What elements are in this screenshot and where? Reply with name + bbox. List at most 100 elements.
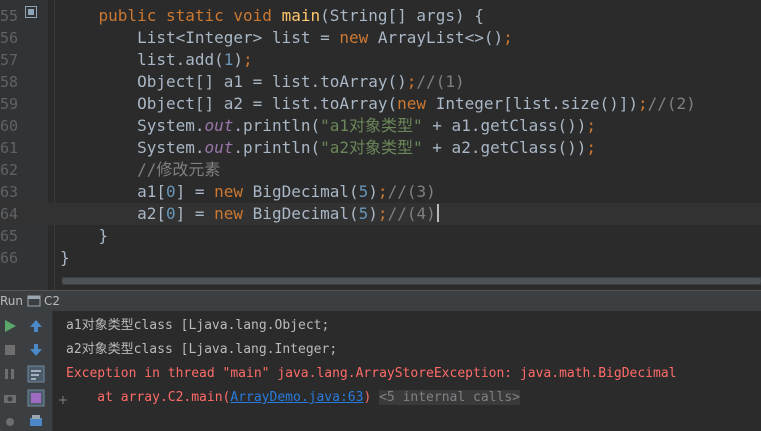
code-token: public static void (98, 6, 282, 25)
line-number: 55 (0, 7, 19, 25)
code-token: //(1) (416, 72, 465, 91)
code-text: Object[] a2 = list.toArray(new Integer[l… (60, 93, 696, 115)
code-token: new (214, 182, 253, 201)
code-token: //修改元素 (60, 160, 221, 179)
settings-icon[interactable] (1, 413, 19, 431)
code-token: list.add( (60, 50, 224, 69)
stop-icon[interactable] (1, 341, 19, 359)
code-token: ; (377, 204, 388, 223)
code-token: "a2对象类型" (320, 138, 423, 157)
code-token: out (204, 116, 234, 135)
line-number: 64 (0, 205, 19, 223)
code-token: (String[] args) { (320, 6, 484, 25)
code-token: ; (243, 50, 253, 69)
print-icon[interactable] (27, 413, 45, 431)
code-token: a2[ (60, 204, 166, 223)
line-number: 62 (0, 161, 19, 179)
code-token: a1[ (60, 182, 166, 201)
code-token: + a2.getClass()) (422, 138, 587, 157)
code-token: ] = (175, 182, 215, 201)
code-token: //(3) (387, 182, 436, 201)
code-token: new (339, 28, 378, 47)
line-number: 65 (0, 227, 19, 245)
line-number: 57 (0, 51, 19, 69)
code-text: System.out.println("a2对象类型" + a2.getClas… (60, 137, 596, 159)
line-number: 58 (0, 73, 19, 91)
code-token: ArrayList<>() (377, 28, 504, 47)
code-token: new (397, 94, 436, 113)
code-token: List<Integer> list = (60, 28, 340, 47)
run-panel-title[interactable]: Run (0, 292, 23, 310)
code-token: .println( (233, 116, 321, 135)
code-text: List<Integer> list = new ArrayList<>(); (60, 27, 513, 49)
code-text: } (60, 247, 70, 269)
run-toolbar (0, 311, 20, 431)
code-token: ) (368, 182, 378, 201)
code-token: ) (233, 50, 244, 69)
trace-prefix: at array.C2.main( (66, 390, 231, 405)
code-token: Integer[list.size()]) (435, 94, 638, 113)
code-line[interactable]: 60 System.out.println("a1对象类型" + a1.getC… (0, 115, 761, 137)
code-token: //(2) (647, 94, 696, 113)
code-line[interactable]: 63 a1[0] = new BigDecimal(5);//(3) (0, 181, 761, 203)
console-toolbar (20, 311, 53, 431)
trace-suffix: ) (363, 390, 372, 405)
soft-wrap-icon[interactable] (27, 365, 45, 383)
horizontal-scrollbar[interactable] (62, 277, 761, 285)
code-token: 1 (223, 50, 234, 69)
code-token: 0 (165, 182, 176, 201)
code-token: ; (586, 116, 597, 135)
code-line[interactable]: 64 a2[0] = new BigDecimal(5);//(4) (0, 203, 761, 225)
code-token: 5 (358, 204, 369, 223)
code-line[interactable]: 66} (0, 247, 761, 269)
code-line[interactable]: 59 Object[] a2 = list.toArray(new Intege… (0, 93, 761, 115)
code-line[interactable]: 55 public static void main(String[] args… (0, 5, 761, 27)
arrow-down-icon[interactable] (27, 341, 45, 359)
code-line[interactable]: 57 list.add(1); (0, 49, 761, 71)
code-text: Object[] a1 = list.toArray();//(1) (60, 71, 465, 93)
code-text: a2[0] = new BigDecimal(5);//(4) (60, 203, 439, 225)
stack-trace-line: at array.C2.main(ArrayDemo.java:63) <5 i… (66, 386, 520, 410)
internal-calls-fold[interactable]: <5 internal calls> (379, 390, 520, 405)
arrow-up-icon[interactable] (27, 317, 45, 335)
console-line: a1对象类型class [Ljava.lang.Object; (66, 318, 330, 333)
code-token: new (214, 204, 253, 223)
code-line[interactable]: 62 //修改元素 (0, 159, 761, 181)
code-token: //(4) (387, 204, 436, 223)
code-line[interactable]: 65 } (0, 225, 761, 247)
code-token: + a1.getClass()) (422, 116, 587, 135)
text-caret (436, 204, 439, 222)
code-token: BigDecimal( (252, 182, 359, 201)
code-token: ; (637, 94, 648, 113)
code-token: ] = (175, 204, 215, 223)
scroll-to-end-icon[interactable] (27, 389, 45, 407)
pause-icon[interactable] (1, 365, 19, 383)
code-line[interactable]: 56 List<Integer> list = new ArrayList<>(… (0, 27, 761, 49)
code-token: "a1对象类型" (320, 116, 423, 135)
code-token: ) (368, 204, 378, 223)
code-token: ; (377, 182, 388, 201)
line-number: 61 (0, 139, 19, 157)
scrollbar-thumb[interactable] (62, 278, 761, 284)
code-text: public static void main(String[] args) { (60, 5, 484, 27)
dump-threads-icon[interactable] (1, 389, 19, 407)
code-line[interactable]: 61 System.out.println("a2对象类型" + a2.getC… (0, 137, 761, 159)
code-text: } (60, 225, 109, 247)
line-number: 60 (0, 117, 19, 135)
console-error-line: Exception in thread "main" java.lang.Arr… (66, 366, 677, 381)
console-line: a2对象类型class [Ljava.lang.Integer; (66, 342, 338, 357)
line-number: 59 (0, 95, 19, 113)
code-token: 0 (165, 204, 176, 223)
code-token: } (60, 248, 70, 267)
code-token: 5 (358, 182, 369, 201)
source-link[interactable]: ArrayDemo.java:63 (230, 390, 363, 405)
play-icon[interactable] (1, 317, 19, 335)
code-token: System. (60, 116, 205, 135)
console-output[interactable]: a1对象类型class [Ljava.lang.Object; a2对象类型cl… (53, 311, 761, 431)
run-config-icon (27, 295, 41, 307)
line-number: 66 (0, 249, 19, 267)
run-config-tab[interactable]: C2 (44, 292, 60, 310)
code-editor[interactable]: 55 public static void main(String[] args… (0, 0, 761, 290)
code-token: } (60, 226, 109, 245)
code-line[interactable]: 58 Object[] a1 = list.toArray();//(1) (0, 71, 761, 93)
